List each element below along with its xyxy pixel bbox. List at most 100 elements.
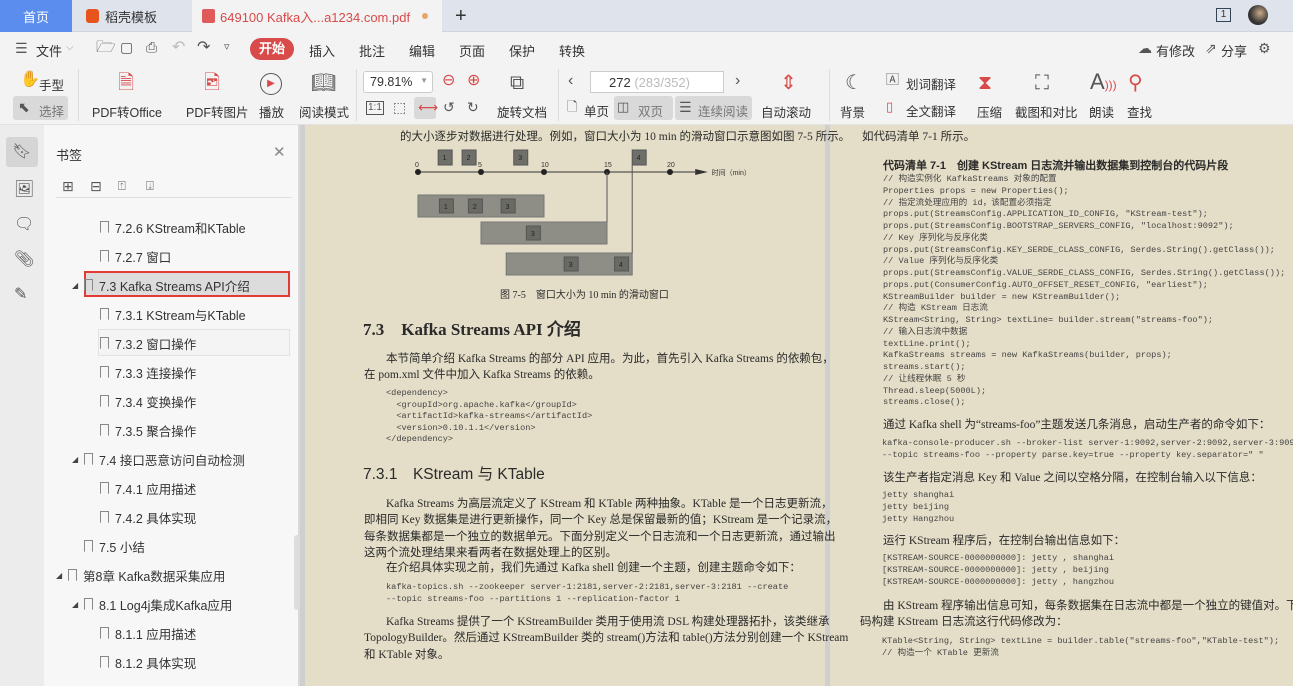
document-viewer[interactable]: 的大小逐步对数据进行处理。例如，窗口大小为 10 min 的滑动窗口示意图如图 … <box>300 125 1293 686</box>
close-icon[interactable]: ✕ <box>273 145 286 160</box>
bookmark-item[interactable]: 7.3.2 窗口操作 <box>100 330 196 356</box>
file-menu[interactable]: 文件 <box>36 41 62 60</box>
read-mode-button[interactable]: 阅读模式 <box>299 102 349 121</box>
record-label: 3 <box>506 204 510 211</box>
user-avatar[interactable] <box>1248 5 1268 25</box>
hand-tool-button[interactable]: 手型 <box>39 75 64 94</box>
undo-icon[interactable]: ↶ <box>172 40 185 56</box>
zoom-in-icon[interactable]: ⊕ <box>467 73 480 89</box>
rotate-left-icon[interactable]: ↺ <box>443 100 455 114</box>
expand-all-icon[interactable]: ⊞ <box>62 179 74 193</box>
code-line: textLine.print(); <box>883 339 971 351</box>
save-icon[interactable]: ▢ <box>120 40 133 54</box>
word-translate-button[interactable]: 划词翻译 <box>906 74 956 93</box>
bookmark-label: 8.1.1 应用描述 <box>115 624 196 643</box>
screenshot-compare-button[interactable]: 截图和对比 <box>1015 102 1078 121</box>
menu-tab-insert[interactable]: 插入 <box>309 41 335 60</box>
bookmark-item[interactable]: 8.1.2 具体实现 <box>100 649 196 675</box>
fit-page-icon[interactable]: ⬚ <box>393 100 406 114</box>
bookmark-icon <box>68 569 77 581</box>
expand-triangle-icon[interactable]: ◢ <box>56 571 62 580</box>
thumbnail-image-icon[interactable]: 🖼︎ <box>14 182 34 198</box>
tab-home[interactable]: 首页 <box>0 0 72 32</box>
play-button[interactable]: 播放 <box>259 102 284 121</box>
menu-tab-annotate[interactable]: 批注 <box>359 41 385 60</box>
bookmark-icon <box>100 250 109 262</box>
rotate-right-icon[interactable]: ↻ <box>467 100 479 114</box>
zoom-out-icon[interactable]: ⊖ <box>442 73 455 89</box>
single-page-icon: 🗋 <box>567 100 577 113</box>
settings-gear-icon[interactable]: ⚙ <box>1258 41 1271 55</box>
read-aloud-icon: A))) <box>1090 71 1117 93</box>
subsection-heading: 7.3.1 KStream 与 KTable <box>363 462 545 484</box>
bookmark-item[interactable]: 7.4 接口恶意访问自动检测 <box>84 446 245 472</box>
expand-triangle-icon[interactable]: ◢ <box>72 455 78 464</box>
collapse-all-icon[interactable]: ⊟ <box>90 179 102 193</box>
attachment-paperclip-icon[interactable]: 📎︎ <box>14 252 34 268</box>
menu-tab-start[interactable]: 开始 <box>250 38 294 60</box>
bookmark-item[interactable]: 7.4.2 具体实现 <box>100 504 196 530</box>
print-icon[interactable]: ⎙ <box>146 40 157 54</box>
code-line: Thread.sleep(5000L); <box>883 386 986 398</box>
bookmark-item[interactable]: 7.3.5 聚合操作 <box>100 417 196 443</box>
hamburger-icon[interactable]: ☰ <box>15 41 28 55</box>
read-aloud-button[interactable]: 朗读 <box>1089 102 1114 121</box>
docer-logo-icon <box>86 9 99 23</box>
single-page-button[interactable]: 单页 <box>584 101 609 120</box>
background-button[interactable]: 背景 <box>840 102 865 121</box>
paragraph-line: 即相同 Key 数据集是进行更新操作，同一个 Key 总是保留最新的值；KStr… <box>364 511 837 527</box>
tab-document[interactable]: 649100 Kafka入...a1234.com.pdf <box>192 0 442 32</box>
menu-tab-protect[interactable]: 保护 <box>509 41 535 60</box>
pdf-to-image-button[interactable]: PDF转图片 <box>186 102 249 121</box>
open-folder-icon[interactable]: 🗁 <box>96 40 116 56</box>
bookmark-item[interactable]: 8.1 Log4j集成Kafka应用 <box>84 591 232 617</box>
rotate-document-button[interactable]: 旋转文档 <box>497 102 547 121</box>
bookmark-item[interactable]: 7.3 Kafka Streams API介绍 <box>84 272 250 298</box>
prev-page-icon[interactable]: ‹ <box>568 73 573 89</box>
bookmark-item[interactable]: 7.2.7 窗口 <box>100 243 171 269</box>
bookmark-item[interactable]: 7.5 小结 <box>84 533 145 559</box>
next-page-icon[interactable]: › <box>735 73 740 89</box>
paragraph-line: Kafka Streams 提供了一个 KStreamBuilder 类用于使用… <box>386 613 830 629</box>
actual-size-icon[interactable]: 1:1 <box>366 101 384 115</box>
bookmark-item[interactable]: 8.1.1 应用描述 <box>100 620 196 646</box>
new-tab-button[interactable]: + <box>455 0 467 32</box>
compress-button[interactable]: 压缩 <box>977 102 1002 121</box>
code-line: // Value 序列化与反序化类 <box>883 256 998 268</box>
expand-triangle-icon[interactable]: ◢ <box>72 600 78 609</box>
bookmark-item[interactable]: 第8章 Kafka数据采集应用 <box>68 562 225 588</box>
bookmark-item[interactable]: 7.3.1 KStream与KTable <box>100 301 246 327</box>
bookmark-item[interactable]: 7.3.4 变换操作 <box>100 388 196 414</box>
expand-triangle-icon[interactable]: ◢ <box>72 281 78 290</box>
menu-tab-edit[interactable]: 编辑 <box>409 41 435 60</box>
pdf-to-office-button[interactable]: PDF转Office <box>92 102 162 121</box>
modified-status[interactable]: 有修改 <box>1156 41 1195 60</box>
menu-tab-page[interactable]: 页面 <box>459 41 485 60</box>
signature-pen-icon[interactable]: ✎ <box>14 287 27 303</box>
window-count-badge[interactable]: 1 <box>1216 8 1231 22</box>
chevron-down-icon: ⌵ <box>66 43 74 53</box>
menu-tab-convert[interactable]: 转换 <box>559 41 585 60</box>
zoom-select[interactable]: 79.81% ▼ <box>363 71 433 93</box>
bookmark-panel-button[interactable]: 🔖︎ <box>6 137 38 167</box>
record-label: 4 <box>637 155 641 162</box>
bookmark-label: 7.2.7 窗口 <box>115 247 171 266</box>
bookmark-item[interactable]: 7.2.6 KStream和KTable <box>100 214 246 240</box>
play-icon: ▶ <box>260 73 282 95</box>
share-button[interactable]: 分享 <box>1221 41 1247 60</box>
bookmark-item[interactable]: 7.4.1 应用描述 <box>100 475 196 501</box>
tick-label: 15 <box>604 162 612 169</box>
full-translate-button[interactable]: 全文翻译 <box>906 101 956 120</box>
tab-template-label: 稻壳模板 <box>105 7 157 26</box>
remove-bookmark-icon[interactable]: ⍗ <box>146 179 154 192</box>
paragraph-line: 通过 Kafka shell 为“streams-foo”主题发送几条消息，启动… <box>883 416 1270 432</box>
comment-icon[interactable]: 🗨︎ <box>14 217 34 233</box>
bookmark-item[interactable]: 7.3.3 连接操作 <box>100 359 196 385</box>
add-bookmark-icon[interactable]: ⍐ <box>118 179 126 192</box>
redo-icon[interactable]: ↷ <box>197 40 210 56</box>
quick-access-dropdown-icon[interactable]: ▿ <box>224 42 230 53</box>
tab-template[interactable]: 稻壳模板 <box>72 0 190 32</box>
find-button[interactable]: 查找 <box>1127 102 1152 121</box>
auto-scroll-button[interactable]: 自动滚动 <box>761 102 811 121</box>
page-number-input[interactable]: 272 (283/352) <box>590 71 724 93</box>
